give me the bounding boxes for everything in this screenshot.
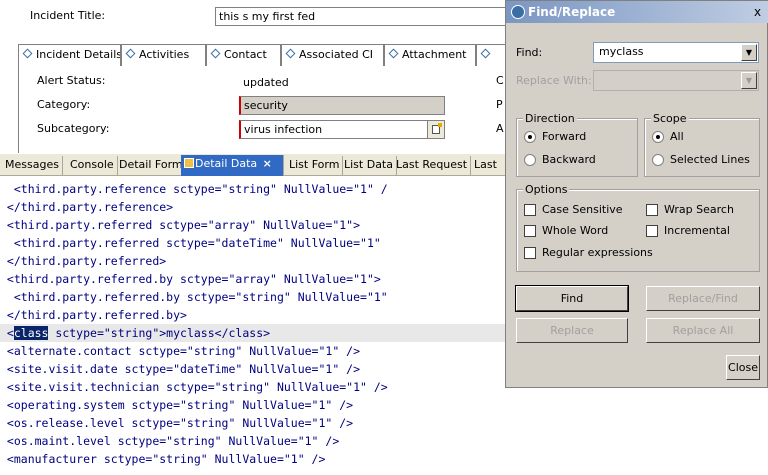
find-combobox[interactable]: myclass ▼	[593, 42, 759, 63]
code-line: <site.visit.date sctype="dateTime" NullV…	[0, 362, 361, 376]
direction-title: Direction	[523, 112, 577, 125]
close-icon[interactable]: x	[754, 1, 761, 23]
selected-lines-radio[interactable]	[652, 154, 664, 166]
all-label[interactable]: All	[670, 130, 684, 143]
incident-form: Incident Title: this s my first fed Inci…	[0, 0, 518, 153]
tab-last-request[interactable]: Last Request	[393, 156, 472, 176]
code-line: </third.party.referred.by>	[0, 308, 187, 322]
tab-attachment[interactable]: Attachment	[384, 44, 476, 66]
code-line: <third.party.reference sctype="string" N…	[0, 182, 388, 196]
tab-contact[interactable]: Contact	[206, 44, 281, 66]
diamond-icon	[22, 48, 33, 59]
data-icon	[184, 158, 194, 168]
scope-title: Scope	[651, 112, 689, 125]
tab-list-form[interactable]: List Form	[286, 156, 344, 176]
diamond-icon	[285, 48, 296, 59]
tab-console[interactable]: Console	[67, 156, 118, 176]
forward-radio[interactable]	[524, 131, 536, 143]
find-replace-icon	[511, 5, 525, 19]
replace-combobox[interactable]: ▼	[593, 70, 759, 91]
close-icon[interactable]: ×	[263, 157, 272, 170]
tab-messages[interactable]: Messages	[2, 156, 63, 176]
wrap-search-checkbox[interactable]	[646, 204, 658, 216]
category-field[interactable]: security	[239, 96, 445, 115]
scope-group: Scope All Selected Lines	[644, 112, 760, 177]
direction-group: Direction Forward Backward	[516, 112, 638, 177]
replace-find-button[interactable]: Replace/Find	[646, 286, 760, 311]
tab-detail-form[interactable]: Detail Form	[116, 156, 187, 176]
wrap-search-label[interactable]: Wrap Search	[664, 203, 734, 216]
case-sensitive-label[interactable]: Case Sensitive	[542, 203, 623, 216]
diamond-icon	[388, 48, 399, 59]
find-label: Find:	[516, 46, 543, 59]
options-group: Options Case Sensitive Wrap Search Whole…	[516, 183, 760, 272]
code-line: <manufacturer sctype="string" NullValue=…	[0, 452, 326, 466]
options-title: Options	[523, 183, 570, 196]
tab-list-data[interactable]: List Data	[341, 156, 397, 176]
tab-associated-ci[interactable]: Associated CI	[281, 44, 384, 66]
whole-word-label[interactable]: Whole Word	[542, 224, 608, 237]
code-line-current: <class sctype="string">myclass</class>	[0, 324, 510, 342]
tab-detail-data[interactable]: Detail Data ×	[181, 155, 284, 176]
diamond-icon	[125, 48, 136, 59]
code-line: <third.party.referred.by sctype="array" …	[0, 272, 381, 286]
subcategory-field[interactable]: virus infection	[239, 120, 445, 139]
dialog-title: Find/Replace	[528, 5, 616, 19]
code-line: <os.release.level sctype="string" NullVa…	[0, 416, 354, 430]
form-tab-bar: Incident Details Activities Contact Asso…	[18, 44, 518, 66]
chevron-down-icon[interactable]: ▼	[741, 72, 757, 89]
replace-all-button[interactable]: Replace All	[646, 318, 760, 343]
replace-with-label: Replace With:	[516, 74, 592, 87]
find-replace-dialog: Find/Replace x Find: myclass ▼ Replace Wi…	[505, 0, 768, 388]
close-button[interactable]: Close	[726, 355, 760, 380]
chevron-down-icon[interactable]: ▼	[741, 44, 757, 61]
tab-activities[interactable]: Activities	[121, 44, 206, 66]
incremental-checkbox[interactable]	[646, 225, 658, 237]
field-label-c: C	[496, 74, 504, 87]
code-line: <third.party.referred sctype="dateTime" …	[0, 236, 381, 250]
field-label-a: A	[496, 122, 504, 135]
code-line: <third.party.referred sctype="array" Nul…	[0, 218, 361, 232]
code-line: <operating.system sctype="string" NullVa…	[0, 398, 354, 412]
code-line: </third.party.reference>	[0, 200, 174, 214]
detail-data-editor[interactable]: <third.party.reference sctype="string" N…	[0, 176, 510, 475]
view-tab-bar: Messages Console Detail Form Detail Data…	[0, 153, 510, 176]
category-label: Category:	[37, 98, 91, 111]
lookup-icon[interactable]	[427, 120, 445, 139]
field-label-p: P	[496, 98, 503, 111]
replace-button[interactable]: Replace	[516, 318, 628, 343]
find-button[interactable]: Find	[515, 285, 629, 312]
alert-status-value: updated	[243, 76, 289, 89]
diamond-icon	[210, 48, 221, 59]
backward-radio[interactable]	[524, 154, 536, 166]
whole-word-checkbox[interactable]	[524, 225, 536, 237]
incremental-label[interactable]: Incremental	[664, 224, 730, 237]
incident-title-label: Incident Title:	[30, 9, 106, 22]
code-line: </third.party.referred>	[0, 254, 167, 268]
dialog-title-bar[interactable]: Find/Replace x	[506, 1, 768, 23]
code-line: <alternate.contact sctype="string" NullV…	[0, 344, 361, 358]
incident-title-field[interactable]: this s my first fed	[215, 7, 510, 26]
regex-checkbox[interactable]	[524, 247, 536, 259]
backward-label[interactable]: Backward	[542, 153, 596, 166]
subcategory-label: Subcategory:	[37, 122, 110, 135]
tab-incident-details[interactable]: Incident Details	[18, 44, 121, 66]
code-line: <os.maint.level sctype="string" NullValu…	[0, 434, 340, 448]
alert-status-label: Alert Status:	[37, 74, 106, 87]
all-radio[interactable]	[652, 131, 664, 143]
regex-label[interactable]: Regular expressions	[542, 246, 653, 259]
tab-last[interactable]: Last	[471, 156, 500, 176]
forward-label[interactable]: Forward	[542, 130, 586, 143]
case-sensitive-checkbox[interactable]	[524, 204, 536, 216]
selected-lines-label[interactable]: Selected Lines	[670, 153, 750, 166]
selected-text: class	[13, 326, 49, 340]
code-line: <third.party.referred.by sctype="string"…	[0, 290, 388, 304]
code-line: <site.visit.technician sctype="string" N…	[0, 380, 388, 394]
diamond-icon	[480, 48, 491, 59]
